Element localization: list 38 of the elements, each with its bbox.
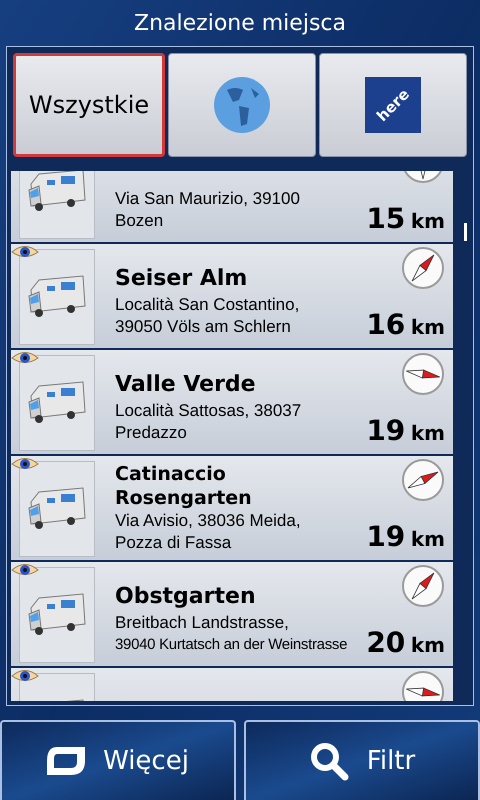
address-line: 39040 Kurtatsch an der Weinstrasse (115, 635, 348, 655)
scrollbar-thumb[interactable] (464, 223, 467, 241)
globe-icon (213, 76, 271, 134)
more-button[interactable]: Więcej (0, 720, 236, 800)
place-name: Obstgarten (115, 583, 257, 611)
compass-icon (401, 670, 445, 701)
result-row[interactable]: Catinaccio Rosengarten Via Avisio, 38036 Meida, Pozza di Fassa 19 km (11, 456, 453, 560)
address-line: Via San Maurizio, 39100 (115, 188, 300, 210)
address-line: Pozza di Fassa (115, 532, 232, 554)
address-line: Breitbach Landstrasse, (115, 612, 289, 634)
address-line: 39050 Völs am Schlern (115, 316, 291, 338)
distance-label: 20 km (366, 625, 445, 661)
compass-icon (401, 564, 445, 608)
address-line: Località Sattosas, 38037 (115, 400, 302, 422)
distance-label: 19 km (366, 413, 445, 449)
address-line: Via Avisio, 38036 Meida, (115, 510, 301, 532)
result-row[interactable]: Valle Verde Località Sattosas, 38037 Predazzo 19 km (11, 350, 453, 454)
address-line: Bozen (115, 210, 164, 232)
filter-tab[interactable] (168, 53, 316, 157)
distance-label: 19 km (366, 519, 445, 555)
address-line: Predazzo (115, 422, 187, 444)
place-name: Seiser Alm (115, 265, 248, 293)
result-row[interactable]: Obstgarten Breitbach Landstrasse, 39040 Kurtatsch an der Weinstrasse 20 km (11, 562, 453, 666)
address-line: Località San Costantino, (115, 294, 300, 316)
filter-button[interactable]: Filtr (244, 720, 480, 800)
distance-label: 15 km (366, 201, 445, 237)
place-name: Catinaccio Rosengarten (115, 462, 253, 510)
place-name: Valle Verde (115, 371, 257, 399)
compass-icon (401, 458, 445, 502)
result-row[interactable]: Seiser Alm Località San Costantino, 39050 Völs am Schlern 16 km (11, 244, 453, 348)
rounded-shape-icon (47, 747, 86, 775)
search-icon (308, 741, 349, 781)
distance-label: 16 km (366, 307, 445, 343)
filter-tab[interactable]: Wszystkie (13, 53, 165, 157)
compass-icon (401, 246, 445, 290)
compass-icon (401, 352, 445, 396)
page-title: Znalezione miejsca (134, 10, 346, 38)
result-row[interactable]: Via San Maurizio, 39100 Bozen 15 km (11, 171, 453, 242)
